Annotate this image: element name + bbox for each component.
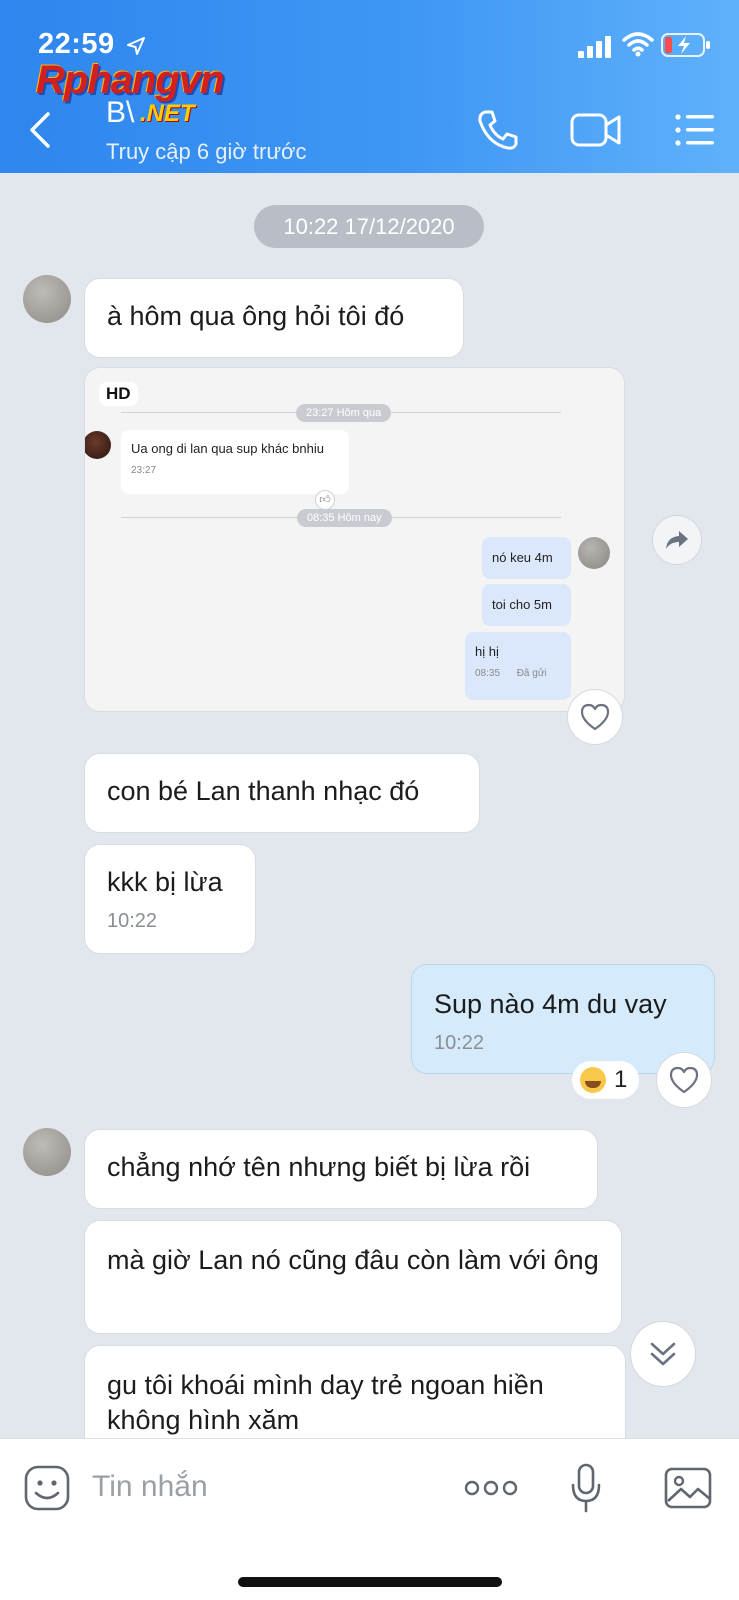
scroll-to-bottom-button[interactable] [630,1321,696,1387]
status-time: 22:59 [38,28,115,60]
message-bubble[interactable]: mà giờ Lan nó cũng đâu còn làm với ông [84,1220,622,1334]
message-text: nó keu 4m [492,550,553,565]
photo-gallery-button[interactable] [664,1467,712,1509]
message-text: chẳng nhớ tên nhưng biết bị lừa rồi [107,1152,531,1182]
heart-icon [580,703,610,731]
home-indicator[interactable] [238,1577,502,1587]
battery-charging-icon [661,33,710,57]
outgoing-message: hị hị 08:35 Đã gửi [465,632,571,700]
thumbs-up-icon: 👍︎ [315,490,335,510]
watermark-logo: Rphangvn .NET [36,58,266,128]
message-time: 08:35 [475,668,501,679]
sticker-button[interactable] [24,1465,70,1511]
message-text: à hôm qua ông hỏi tôi đó [107,301,405,331]
message-bubble[interactable]: à hôm qua ông hỏi tôi đó [84,278,464,358]
message-text: kkk bị lừa [107,867,223,897]
share-arrow-icon [666,531,688,549]
forwarded-image[interactable]: HD 23:27 Hôm qua Ua ong di lan qua sup k… [84,367,625,712]
message-time: 23:27 [131,465,157,476]
outgoing-message: nó keu 4m [482,537,571,579]
incoming-message: Ua ong di lan qua sup khác bnhiu 23:27 [121,430,349,494]
date-divider: 23:27 Hôm qua [296,404,392,422]
location-arrow-icon [127,37,145,55]
sent-status: Đã gửi [516,668,547,679]
own-avatar [578,537,610,569]
message-text: con bé Lan thanh nhạc đó [107,776,420,806]
reaction-badge[interactable]: 1 [572,1061,640,1099]
message-meta: 08:35 Đã gửi [475,668,561,679]
message-text: Sup nào 4m du vay [434,989,667,1019]
wifi-icon [622,32,654,57]
outgoing-message: toi cho 5m [482,584,571,626]
contact-avatar[interactable] [23,1128,71,1176]
message-text: mà giờ Lan nó cũng đâu còn làm với ông [107,1245,599,1275]
watermark-suffix: .NET [140,100,195,127]
forward-button[interactable] [652,515,702,565]
date-divider: 08:35 Hôm nay [297,509,392,527]
back-button[interactable] [26,110,56,150]
message-input[interactable] [92,1464,422,1510]
hd-badge: HD [99,382,138,406]
signal-icon [578,36,611,58]
message-time: 10:22 [434,1032,485,1054]
chat-header: 22:59 Rphangvn .NET B\ Truy cập 6 giờ tr… [0,0,739,173]
like-button[interactable] [656,1052,712,1108]
like-button[interactable] [567,689,623,745]
sender-avatar [85,431,111,459]
message-text: hị hị [475,644,499,659]
message-bubble[interactable]: chẳng nhớ tên nhưng biết bị lừa rồi [84,1129,598,1209]
message-text: Ua ong di lan qua sup khác bnhiu [131,441,324,456]
message-bubble[interactable]: kkk bị lừa 10:22 [84,844,256,954]
heart-icon [669,1066,699,1094]
more-options-button[interactable] [464,1479,518,1497]
message-text: gu tôi khoái mình day trẻ ngoan hiền khô… [107,1370,544,1435]
phone-call-button[interactable] [476,108,520,152]
video-call-button[interactable] [570,108,622,152]
contact-name[interactable]: B\ [106,96,134,130]
crying-laughing-emoji-icon [580,1067,606,1093]
microphone-button[interactable] [570,1463,602,1513]
double-chevron-down-icon [650,1342,676,1366]
contact-avatar[interactable] [23,275,71,323]
reaction-count: 1 [614,1066,628,1093]
date-separator: 10:22 17/12/2020 [254,205,484,248]
message-text: toi cho 5m [492,597,552,612]
message-input-bar [0,1438,739,1600]
message-time: 10:22 [107,910,158,932]
list-menu-button[interactable] [674,108,716,152]
last-seen-status: Truy cập 6 giờ trước [106,139,307,164]
message-bubble[interactable]: con bé Lan thanh nhạc đó [84,753,480,833]
